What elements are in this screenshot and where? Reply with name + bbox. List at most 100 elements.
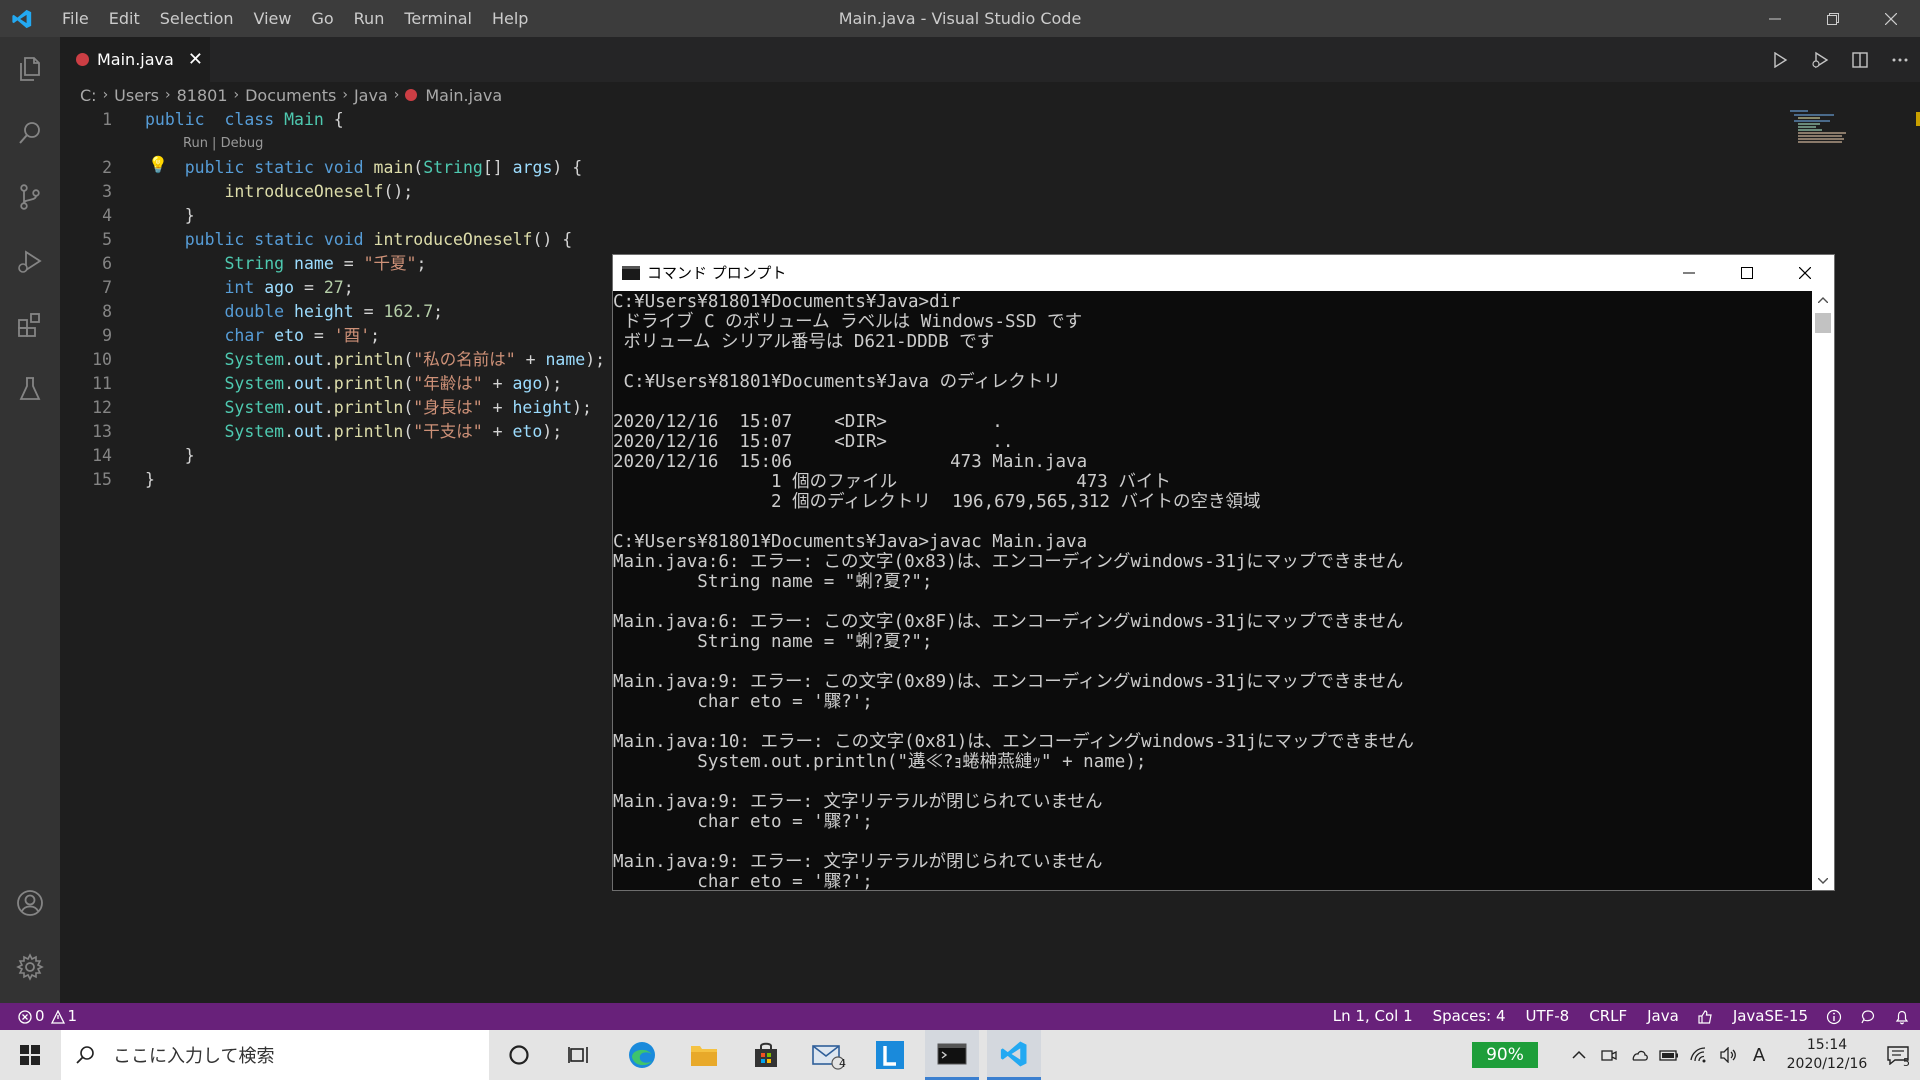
code-token: . — [323, 350, 334, 369]
manage-button[interactable] — [0, 935, 60, 999]
screen: File Edit Selection View Go Run Terminal… — [0, 0, 1920, 1080]
cmd-output-line: System.out.println("遘≪?ｮ蜷榊燕縺ｯ" + name); — [613, 752, 1147, 772]
line-ending[interactable]: CRLF — [1589, 1003, 1627, 1030]
line-number: 5 — [102, 230, 112, 249]
code-token: "千夏" — [363, 254, 417, 273]
extensions-button[interactable] — [0, 293, 60, 357]
line-number: 11 — [92, 374, 112, 393]
problems-indicator[interactable]: 0 1 — [18, 1003, 77, 1030]
taskbar-file-explorer[interactable] — [677, 1030, 731, 1080]
testing-button[interactable] — [0, 357, 60, 421]
code-token: ; — [343, 278, 354, 297]
codelens-run-debug[interactable]: Run | Debug — [145, 132, 605, 156]
menu-edit[interactable]: Edit — [99, 0, 150, 37]
network-button[interactable] — [1684, 1030, 1714, 1080]
info-icon[interactable] — [1826, 1009, 1842, 1025]
language-mode[interactable]: Java — [1647, 1003, 1679, 1030]
cmd-minimize-button[interactable] — [1660, 255, 1718, 291]
code-token: introduceOneself — [373, 230, 533, 249]
chevron-right-icon: › — [233, 87, 240, 103]
scroll-up-arrow-icon[interactable] — [1812, 291, 1834, 309]
cmd-output[interactable]: C:¥Users¥81801¥Documents¥Java>dir ドライブ C… — [613, 291, 1812, 890]
title-bar: File Edit Selection View Go Run Terminal… — [0, 0, 1920, 37]
volume-button[interactable] — [1714, 1030, 1744, 1080]
cmd-maximize-button[interactable] — [1718, 255, 1776, 291]
cmd-title-bar[interactable]: コマンド プロンプト — [613, 255, 1834, 291]
indentation[interactable]: Spaces: 4 — [1433, 1003, 1506, 1030]
breadcrumb-item[interactable]: Java — [354, 86, 388, 105]
menu-go[interactable]: Go — [301, 0, 343, 37]
cursor-position[interactable]: Ln 1, Col 1 — [1333, 1003, 1413, 1030]
command-prompt-window[interactable]: コマンド プロンプト C:¥Users¥81801¥Documents¥Java… — [612, 254, 1835, 891]
meet-now-button[interactable] — [1594, 1030, 1624, 1080]
restore-button[interactable] — [1804, 0, 1862, 37]
code-token: . — [323, 374, 334, 393]
cortana-button[interactable] — [492, 1030, 546, 1080]
start-button[interactable] — [0, 1030, 60, 1080]
clock[interactable]: 15:14 2020/12/16 — [1778, 1036, 1876, 1074]
explorer-button[interactable] — [0, 37, 60, 101]
wifi-icon — [1690, 1047, 1706, 1063]
breadcrumb-item[interactable]: Documents — [245, 86, 336, 105]
ime-indicator[interactable]: A — [1744, 1030, 1774, 1080]
feedback-icon[interactable] — [1860, 1009, 1876, 1025]
run-button[interactable] — [1760, 37, 1800, 82]
menu-view[interactable]: View — [244, 0, 302, 37]
taskbar-edge[interactable] — [615, 1030, 669, 1080]
code-line: System.out.println("身長は" + height); — [145, 396, 605, 420]
breadcrumb-item[interactable]: Users — [114, 86, 159, 105]
show-hidden-icons-button[interactable] — [1564, 1030, 1594, 1080]
code-token: height — [512, 398, 573, 417]
menu-selection[interactable]: Selection — [150, 0, 244, 37]
source-control-button[interactable] — [0, 165, 60, 229]
tab-close-icon[interactable]: ✕ — [188, 49, 203, 70]
menu-file[interactable]: File — [52, 0, 99, 37]
cmd-close-button[interactable] — [1776, 255, 1834, 291]
debug-icon — [1812, 51, 1829, 68]
task-view-button[interactable] — [553, 1030, 607, 1080]
code-line: System.out.println("年齢は" + ago); — [145, 372, 605, 396]
search-button[interactable] — [0, 101, 60, 165]
scroll-down-arrow-icon[interactable] — [1812, 872, 1834, 890]
taskbar-line[interactable] — [863, 1030, 917, 1080]
menu-run[interactable]: Run — [344, 0, 395, 37]
code-token: { — [323, 110, 344, 129]
taskbar-vscode[interactable] — [987, 1030, 1041, 1080]
minimize-button[interactable] — [1746, 0, 1804, 37]
clock-time: 15:14 — [1806, 1037, 1848, 1053]
cmd-scrollbar[interactable] — [1812, 291, 1834, 890]
code-token: void — [323, 230, 364, 249]
accounts-button[interactable] — [0, 871, 60, 935]
menu-help[interactable]: Help — [482, 0, 538, 37]
taskbar-mail[interactable]: 4 — [801, 1030, 855, 1080]
run-debug-button[interactable] — [0, 229, 60, 293]
battery-indicator[interactable]: 90% — [1472, 1042, 1538, 1068]
scroll-thumb[interactable] — [1815, 313, 1831, 333]
split-editor-button[interactable] — [1840, 37, 1880, 82]
taskbar-store[interactable] — [739, 1030, 793, 1080]
thumbs-up-icon[interactable] — [1697, 1009, 1713, 1025]
bell-icon[interactable] — [1894, 1009, 1910, 1025]
taskbar-command-prompt[interactable] — [925, 1030, 979, 1080]
breadcrumb-item[interactable]: 81801 — [177, 86, 228, 105]
action-center-button[interactable]: 5 — [1876, 1030, 1920, 1080]
breadcrumb-item[interactable]: C: — [80, 86, 97, 105]
breadcrumb-item[interactable]: Main.java — [425, 86, 502, 105]
close-window-button[interactable] — [1862, 0, 1920, 37]
onedrive-button[interactable] — [1624, 1030, 1654, 1080]
taskbar-search[interactable]: ここに入力して検索 — [61, 1030, 489, 1080]
tab-main-java[interactable]: Main.java ✕ — [60, 37, 210, 82]
minimap[interactable] — [1790, 108, 1890, 148]
code-token: . — [323, 422, 334, 441]
menu-terminal[interactable]: Terminal — [394, 0, 482, 37]
battery-tray-button[interactable] — [1654, 1030, 1684, 1080]
editor-actions — [1760, 37, 1920, 82]
java-runtime[interactable]: JavaSE-15 — [1733, 1003, 1808, 1030]
debug-button[interactable] — [1800, 37, 1840, 82]
file-encoding[interactable]: UTF-8 — [1526, 1003, 1570, 1030]
code-token: '酉' — [333, 326, 371, 345]
more-actions-button[interactable] — [1880, 37, 1920, 82]
